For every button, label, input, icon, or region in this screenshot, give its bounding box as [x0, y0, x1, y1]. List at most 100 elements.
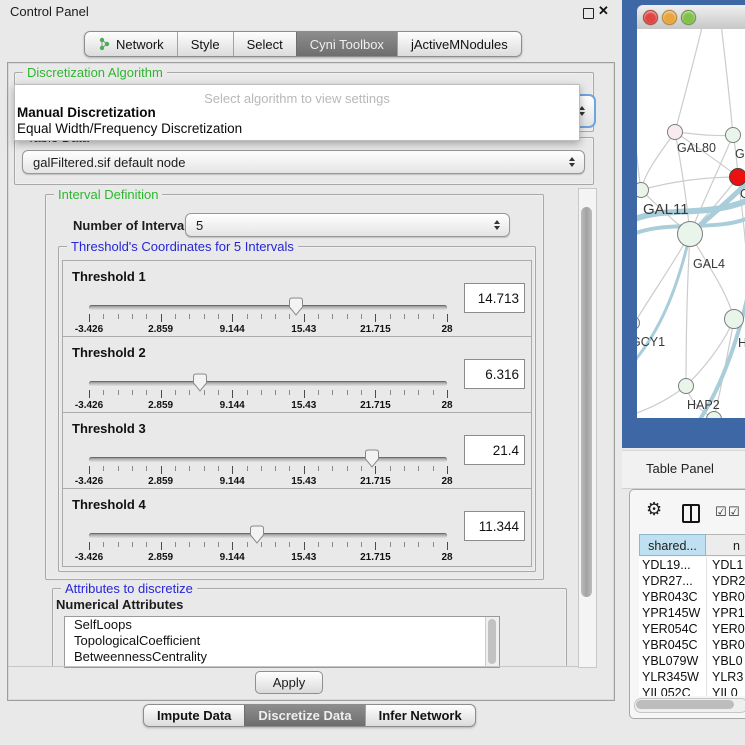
checkbox-icon[interactable]: ☑: [728, 505, 740, 520]
table-panel: ⚙ ☑ ☑ shared... n YDL19...YDL1 YDR27...Y…: [629, 489, 745, 719]
scrollbar-thumb[interactable]: [581, 207, 592, 597]
scroll-area-divider: [8, 666, 578, 667]
network-node[interactable]: [677, 221, 703, 247]
tab-cyni-toolbox[interactable]: Cyni Toolbox: [296, 32, 397, 56]
slider-track[interactable]: [89, 381, 447, 386]
tab-impute-data[interactable]: Impute Data: [144, 705, 244, 726]
node-label: C: [740, 187, 745, 201]
network-node[interactable]: [678, 378, 694, 394]
minimize-traffic-light-icon[interactable]: [662, 10, 677, 25]
slider-thumb[interactable]: [288, 297, 304, 316]
table-panel-title: Table Panel: [646, 461, 714, 476]
slider-ticks: [89, 542, 447, 551]
tab-infer-network[interactable]: Infer Network: [365, 705, 475, 726]
network-node[interactable]: [724, 309, 744, 329]
node-label: GAL4: [693, 257, 725, 271]
network-node[interactable]: [729, 168, 745, 186]
combo-arrows-icon: [569, 157, 575, 167]
group-title: Discretization Algorithm: [23, 65, 167, 80]
slider-thumb[interactable]: [249, 525, 265, 544]
apply-button[interactable]: Apply: [255, 671, 323, 694]
threshold-slider[interactable]: -3.4262.8599.14415.4321.71528: [89, 449, 447, 487]
numerical-attributes-list[interactable]: SelfLoops TopologicalCoefficient Between…: [64, 616, 500, 668]
slider-thumb[interactable]: [364, 449, 380, 468]
threshold-value-input[interactable]: 6.316: [464, 359, 525, 389]
list-item[interactable]: TopologicalCoefficient: [65, 633, 499, 649]
network-canvas[interactable]: GAL80 GA GAL11 C GAL4 GCY1 H HAP2: [637, 29, 745, 418]
list-scrollbar[interactable]: [485, 617, 499, 667]
tab-discretize-data[interactable]: Discretize Data: [244, 705, 364, 726]
top-tab-bar: Network Style Select Cyni Toolbox jActiv…: [84, 31, 522, 57]
zoom-traffic-light-icon[interactable]: [681, 10, 696, 25]
popup-option-manual-discretization[interactable]: Manual Discretization: [17, 105, 156, 120]
popup-option-equal-width-frequency[interactable]: Equal Width/Frequency Discretization: [17, 121, 242, 136]
node-label: GAL11: [643, 201, 689, 218]
threshold-panel-1: Threshold 1 -3.4262.8599.14415.4321.7152…: [62, 260, 532, 339]
threshold-value-input[interactable]: 14.713: [464, 283, 525, 313]
network-icon: [98, 37, 111, 51]
horizontal-scrollbar[interactable]: [634, 698, 745, 713]
threshold-label: Threshold 2: [72, 345, 146, 360]
table-data-combobox[interactable]: galFiltered.sif default node: [22, 150, 585, 174]
float-icon[interactable]: [583, 8, 594, 19]
table-row[interactable]: YDL19...YDL1: [639, 557, 745, 573]
table-row[interactable]: YBR045CYBR0: [639, 637, 745, 653]
number-of-intervals-combobox[interactable]: 5: [185, 213, 510, 237]
list-item[interactable]: BetweennessCentrality: [65, 649, 499, 665]
column-header-name[interactable]: n: [706, 534, 745, 556]
combo-arrows-icon: [494, 220, 500, 230]
scrollbar-thumb[interactable]: [636, 700, 734, 709]
close-icon[interactable]: ✕: [598, 3, 609, 19]
vertical-scrollbar[interactable]: [578, 188, 597, 668]
gear-icon[interactable]: ⚙: [646, 499, 662, 520]
threshold-slider[interactable]: -3.4262.8599.14415.4321.71528: [89, 525, 447, 563]
slider-track[interactable]: [89, 533, 447, 538]
network-node[interactable]: [667, 124, 683, 140]
slider-tick-labels: -3.4262.8599.14415.4321.71528: [89, 552, 447, 564]
list-item[interactable]: SelfLoops: [65, 617, 499, 633]
popup-hint: Select algorithm to view settings: [15, 91, 579, 106]
tab-select[interactable]: Select: [233, 32, 296, 56]
slider-tick-labels: -3.4262.8599.14415.4321.71528: [89, 324, 447, 336]
slider-ticks: [89, 466, 447, 475]
panel-title: Control Panel: [10, 4, 89, 19]
table-row[interactable]: YPR145WYPR1: [639, 605, 745, 621]
table-rows: YDL19...YDL1 YDR27...YDR2 YBR043CYBR0 YP…: [639, 557, 745, 696]
node-label: H: [738, 336, 745, 350]
table-row[interactable]: YBL079WYBL0: [639, 653, 745, 669]
slider-track[interactable]: [89, 457, 447, 462]
slider-tick-labels: -3.4262.8599.14415.4321.71528: [89, 400, 447, 412]
tab-jactivemnodules[interactable]: jActiveMNodules: [397, 32, 521, 56]
threshold-value-input[interactable]: 11.344: [464, 511, 525, 541]
threshold-slider[interactable]: -3.4262.8599.14415.4321.71528: [89, 373, 447, 411]
column-header-shared-name[interactable]: shared...: [639, 534, 706, 556]
tab-style[interactable]: Style: [177, 32, 233, 56]
numerical-attributes-label: Numerical Attributes: [56, 597, 183, 612]
table-row[interactable]: YDR27...YDR2: [639, 573, 745, 589]
network-window-titlebar[interactable]: [637, 5, 745, 30]
slider-track[interactable]: [89, 305, 447, 310]
column-layout-icon[interactable]: [682, 504, 700, 523]
threshold-panel-2: Threshold 2 -3.4262.8599.14415.4321.7152…: [62, 336, 532, 415]
close-traffic-light-icon[interactable]: [643, 10, 658, 25]
slider-ticks: [89, 390, 447, 399]
threshold-slider[interactable]: -3.4262.8599.14415.4321.71528: [89, 297, 447, 335]
tab-network[interactable]: Network: [85, 32, 177, 56]
group-title: Attributes to discretize: [61, 581, 197, 596]
combo-value: galFiltered.sif default node: [33, 155, 185, 170]
node-label: GAL80: [677, 141, 716, 155]
checkbox-icon[interactable]: ☑: [715, 505, 727, 520]
table-row[interactable]: YIL052CYIL0: [639, 685, 745, 696]
group-title: Threshold's Coordinates for 5 Intervals: [67, 239, 298, 254]
threshold-label: Threshold 4: [72, 497, 146, 512]
table-row[interactable]: YLR345WYLR3: [639, 669, 745, 685]
threshold-value-input[interactable]: 21.4: [464, 435, 525, 465]
slider-tick-labels: -3.4262.8599.14415.4321.71528: [89, 476, 447, 488]
table-row[interactable]: YBR043CYBR0: [639, 589, 745, 605]
node-label: GA: [735, 147, 745, 161]
slider-thumb[interactable]: [192, 373, 208, 392]
table-row[interactable]: YER054CYER0: [639, 621, 745, 637]
number-of-intervals-label: Number of Intervals: [73, 218, 195, 233]
combo-value: 5: [196, 218, 203, 233]
network-node[interactable]: [725, 127, 741, 143]
